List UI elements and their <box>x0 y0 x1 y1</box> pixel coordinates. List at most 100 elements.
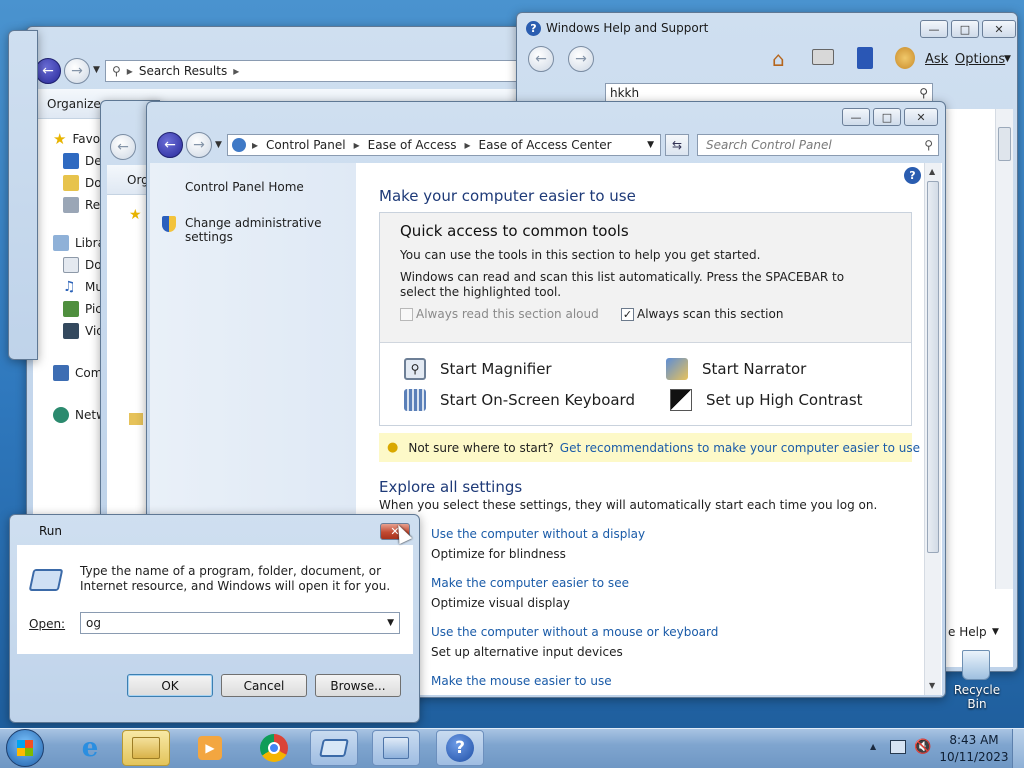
breadcrumb-ease-of-access[interactable]: Ease of Access <box>368 138 457 152</box>
address-bar[interactable]: ⚲ ▸ Search Results ▸ <box>105 60 545 82</box>
start-magnifier-tool[interactable]: ⚲ Start Magnifier <box>404 358 552 380</box>
explore-link-mouse[interactable]: Make the mouse easier to use <box>431 674 612 688</box>
options-dropdown-icon: ▼ <box>1004 54 1011 64</box>
pictures-icon <box>63 301 79 317</box>
recent-pages-dropdown-icon[interactable]: ▼ <box>215 140 222 150</box>
run-taskbar-icon <box>319 739 349 757</box>
maximize-button[interactable]: □ <box>951 20 979 38</box>
cancel-button[interactable]: Cancel <box>221 674 307 697</box>
nav-videos[interactable]: Vid <box>63 323 104 339</box>
volume-muted-icon[interactable]: 🔇 <box>914 739 931 755</box>
chrome-icon <box>260 734 288 762</box>
mid-back-button[interactable]: ← <box>110 134 136 160</box>
videos-icon <box>63 323 79 339</box>
nav-music[interactable]: ♫ Mu <box>63 279 103 295</box>
taskbar-control-panel[interactable] <box>372 730 420 766</box>
search-icon[interactable]: ⚲ <box>924 138 933 152</box>
minimize-button[interactable]: — <box>842 108 870 126</box>
close-button[interactable]: ✕ <box>904 108 938 126</box>
quick-access-panel: Quick access to common tools You can use… <box>379 212 912 426</box>
show-hidden-icons[interactable]: ▲ <box>870 742 876 751</box>
help-footer-link[interactable]: e Help <box>948 625 987 639</box>
ask-icon[interactable] <box>895 47 915 69</box>
home-icon[interactable]: ⌂ <box>772 47 785 71</box>
read-aloud-checkbox[interactable] <box>400 308 413 321</box>
change-admin-settings-link[interactable]: Change administrative settings <box>185 216 356 244</box>
recent-pages-dropdown-icon[interactable]: ▼ <box>93 65 100 75</box>
quick-access-line2: Windows can read and scan this list auto… <box>400 270 845 299</box>
help-scrollbar[interactable] <box>995 109 1013 589</box>
background-window-edge <box>8 30 38 360</box>
taskbar-media-player[interactable]: ▶ <box>186 730 234 766</box>
page-title: Make your computer easier to use <box>379 187 636 205</box>
minimize-button[interactable]: — <box>920 20 948 38</box>
nav-pictures[interactable]: Pic <box>63 301 102 317</box>
back-button[interactable]: ← <box>35 58 61 84</box>
forward-button[interactable]: → <box>64 58 90 84</box>
explore-desc-see: Optimize visual display <box>431 596 571 610</box>
run-dialog[interactable]: Run ✕ Type the name of a program, folder… <box>9 514 420 723</box>
magnifier-icon: ⚲ <box>404 358 426 380</box>
browse-help-icon[interactable] <box>857 47 873 69</box>
help-forward-button[interactable]: → <box>568 46 594 72</box>
nav-favorites[interactable]: ★ Favo <box>53 131 100 147</box>
narrator-icon <box>666 358 688 380</box>
explore-link-no-mouse[interactable]: Use the computer without a mouse or keyb… <box>431 625 718 639</box>
taskbar-file-explorer[interactable] <box>122 730 170 766</box>
nav-computer[interactable]: Com <box>53 365 102 381</box>
explore-link-display[interactable]: Use the computer without a display <box>431 527 645 541</box>
explore-link-see[interactable]: Make the computer easier to see <box>431 576 629 590</box>
folder-icon <box>129 413 143 425</box>
help-search-field[interactable]: hkkh ⚲ <box>605 83 933 103</box>
control-panel-home-link[interactable]: Control Panel Home <box>185 180 304 194</box>
vertical-scrollbar[interactable]: ▲ ▼ <box>924 163 941 695</box>
network-tray-icon[interactable] <box>890 740 906 754</box>
forward-button[interactable]: → <box>186 132 212 158</box>
address-bar[interactable]: ▸ Control Panel ▸ Ease of Access ▸ Ease … <box>227 134 661 156</box>
scrollbar-thumb[interactable] <box>927 181 939 553</box>
music-icon: ♫ <box>63 279 76 295</box>
close-button[interactable]: ✕ <box>982 20 1016 38</box>
downloads-icon <box>63 175 79 191</box>
print-icon[interactable] <box>812 49 834 65</box>
start-button[interactable] <box>6 729 44 767</box>
control-panel-taskbar-icon <box>383 737 409 759</box>
clock-date[interactable]: 10/11/2023 <box>938 750 1010 764</box>
recycle-bin[interactable]: Recycle Bin <box>944 648 1010 711</box>
ok-button[interactable]: OK <box>127 674 213 697</box>
high-contrast-tool[interactable]: Set up High Contrast <box>670 389 863 411</box>
taskbar-internet-explorer[interactable]: e <box>66 730 114 766</box>
clock-time[interactable]: 8:43 AM <box>944 733 1004 747</box>
nav-libraries[interactable]: Libra <box>53 235 105 251</box>
help-icon[interactable]: ? <box>904 167 921 184</box>
maximize-button[interactable]: □ <box>873 108 901 126</box>
start-onscreen-keyboard-tool[interactable]: Start On-Screen Keyboard <box>404 389 635 411</box>
show-desktop-button[interactable] <box>1012 729 1024 768</box>
recycle-bin-icon <box>962 650 990 680</box>
search-control-panel-input[interactable]: Search Control Panel ⚲ <box>697 134 939 156</box>
address-dropdown-icon[interactable]: ▼ <box>647 140 654 150</box>
browse-button[interactable]: Browse... <box>315 674 401 697</box>
search-icon[interactable]: ⚲ <box>919 84 928 102</box>
back-button[interactable]: ← <box>157 132 183 158</box>
nav-network[interactable]: Netw <box>53 407 106 423</box>
start-narrator-tool[interactable]: Start Narrator <box>666 358 806 380</box>
open-dropdown-icon[interactable]: ▼ <box>387 613 394 633</box>
explore-title: Explore all settings <box>379 478 523 496</box>
recommendations-link[interactable]: Get recommendations to make your compute… <box>560 441 920 455</box>
open-combobox[interactable]: og ▼ <box>80 612 400 634</box>
taskbar-run[interactable] <box>310 730 358 766</box>
tip-bar: ● Not sure where to start? Get recommend… <box>379 433 920 462</box>
options-button[interactable]: Options <box>955 52 1005 67</box>
control-panel-icon <box>232 138 246 152</box>
scan-section-checkbox[interactable]: ✓ <box>621 308 634 321</box>
taskbar-help[interactable]: ? <box>436 730 484 766</box>
refresh-button[interactable]: ⇆ <box>665 134 689 156</box>
ask-button[interactable]: Ask <box>925 52 948 67</box>
taskbar-chrome[interactable] <box>250 730 298 766</box>
recycle-bin-label: Recycle Bin <box>953 683 1001 711</box>
organize-button[interactable]: Organize <box>47 97 101 111</box>
help-back-button[interactable]: ← <box>528 46 554 72</box>
breadcrumb-ease-of-access-center[interactable]: Ease of Access Center <box>479 138 612 152</box>
breadcrumb-control-panel[interactable]: Control Panel <box>266 138 346 152</box>
